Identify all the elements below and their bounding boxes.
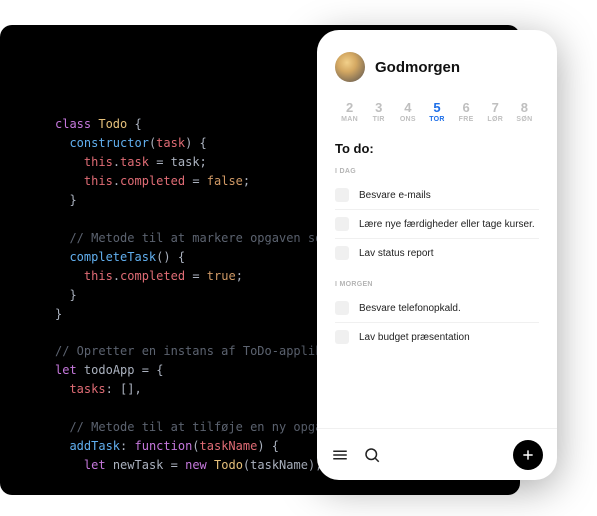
section-label: I MORGEN: [335, 281, 539, 288]
task-row[interactable]: Besvare e-mails: [335, 181, 539, 210]
day-number: 8: [510, 100, 539, 115]
task-label: Lav budget præsentation: [359, 332, 470, 343]
task-checkbox[interactable]: [335, 330, 349, 344]
todo-heading: To do:: [335, 141, 539, 156]
day-number: 2: [335, 100, 364, 115]
task-row[interactable]: Lav status report: [335, 239, 539, 267]
week-selector: 2MAN3TIR4ONS5TOR6FRE7LØR8SØN: [335, 100, 539, 123]
day-label: TIR: [364, 116, 393, 123]
task-list: Besvare telefonopkald. Lav budget præsent…: [335, 294, 539, 351]
day-label: LØR: [481, 116, 510, 123]
task-label: Lav status report: [359, 248, 433, 259]
day-number: 7: [481, 100, 510, 115]
day-cell[interactable]: 8SØN: [510, 100, 539, 123]
add-button[interactable]: [513, 440, 543, 470]
task-checkbox[interactable]: [335, 301, 349, 315]
day-cell[interactable]: 4ONS: [393, 100, 422, 123]
day-cell[interactable]: 6FRE: [452, 100, 481, 123]
avatar[interactable]: [335, 52, 365, 82]
bottom-bar: [317, 428, 557, 480]
greeting-text: Godmorgen: [375, 59, 460, 76]
menu-icon[interactable]: [331, 446, 349, 464]
day-label: TOR: [422, 116, 451, 123]
day-number: 3: [364, 100, 393, 115]
day-cell[interactable]: 5TOR: [422, 100, 451, 123]
task-checkbox[interactable]: [335, 246, 349, 260]
task-checkbox[interactable]: [335, 188, 349, 202]
task-row[interactable]: Lav budget præsentation: [335, 323, 539, 351]
task-checkbox[interactable]: [335, 217, 349, 231]
day-label: FRE: [452, 116, 481, 123]
mobile-app-frame: Godmorgen 2MAN3TIR4ONS5TOR6FRE7LØR8SØN T…: [317, 30, 557, 480]
day-cell[interactable]: 3TIR: [364, 100, 393, 123]
task-label: Besvare e-mails: [359, 190, 431, 201]
task-label: Besvare telefonopkald.: [359, 303, 461, 314]
day-cell[interactable]: 2MAN: [335, 100, 364, 123]
day-number: 5: [422, 100, 451, 115]
task-label: Lære nye færdigheder eller tage kurser.: [359, 219, 535, 230]
day-label: SØN: [510, 116, 539, 123]
task-list: Besvare e-mails Lære nye færdigheder elle…: [335, 181, 539, 267]
day-label: ONS: [393, 116, 422, 123]
task-row[interactable]: Besvare telefonopkald.: [335, 294, 539, 323]
section-label: I DAG: [335, 168, 539, 175]
day-number: 6: [452, 100, 481, 115]
task-row[interactable]: Lære nye færdigheder eller tage kurser.: [335, 210, 539, 239]
day-label: MAN: [335, 116, 364, 123]
day-number: 4: [393, 100, 422, 115]
search-icon[interactable]: [363, 446, 381, 464]
day-cell[interactable]: 7LØR: [481, 100, 510, 123]
app-header: Godmorgen: [335, 52, 539, 82]
